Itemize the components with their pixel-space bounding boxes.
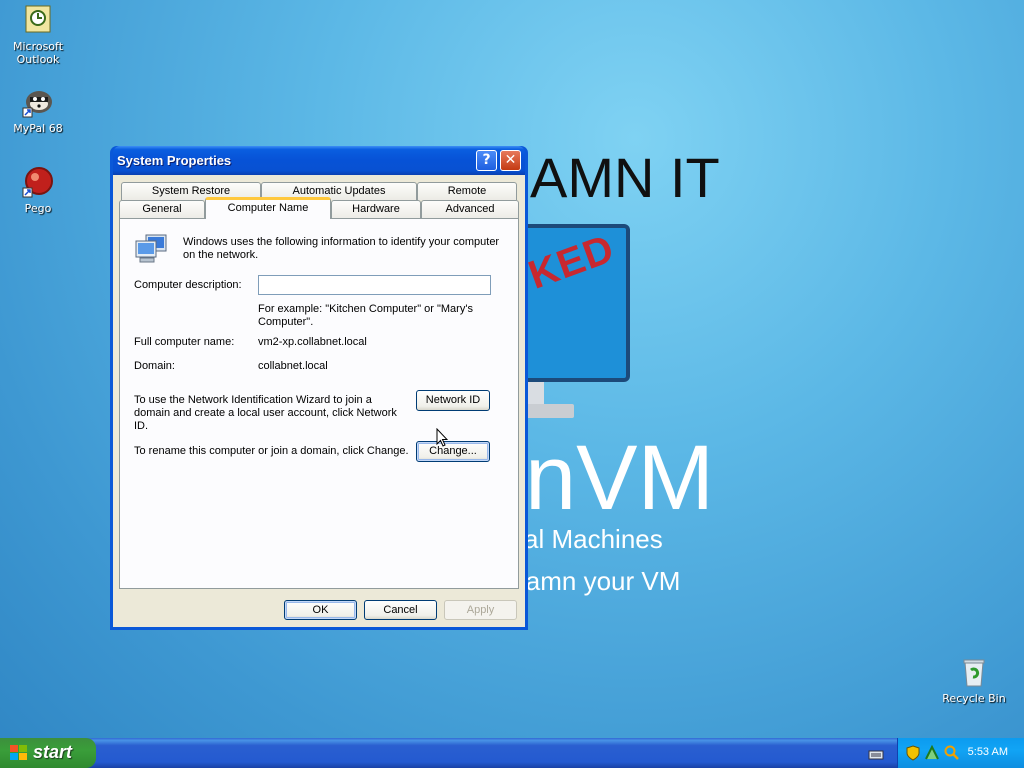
full-name-label: Full computer name: xyxy=(134,336,235,348)
wallpaper-title: AMN IT xyxy=(530,146,720,209)
desktop-icon-recycle-bin[interactable]: Recycle Bin xyxy=(936,656,1012,705)
windows-logo-icon xyxy=(10,745,28,766)
search-icon[interactable] xyxy=(944,745,960,765)
keyboard-icon[interactable] xyxy=(868,746,884,760)
rename-text: To rename this computer or join a domain… xyxy=(134,445,409,457)
desktop-icon-label: MyPal 68 xyxy=(13,122,63,135)
desktop-icon-label: Microsoft Outlook xyxy=(12,40,64,66)
wallpaper-line2: lamn your VM xyxy=(520,566,681,596)
tab-general[interactable]: General xyxy=(119,200,205,219)
network-computer-icon xyxy=(134,233,168,265)
window-client: System Restore Automatic Updates Remote … xyxy=(113,175,525,627)
cancel-button[interactable]: Cancel xyxy=(364,600,437,620)
system-properties-window: System Properties ? ✕ System Restore Aut… xyxy=(110,146,528,630)
close-icon: ✕ xyxy=(504,152,517,168)
outlook-icon xyxy=(22,4,54,36)
desktop-icon-label: Recycle Bin xyxy=(942,692,1006,705)
tab-panel: Windows uses the following information t… xyxy=(119,218,519,589)
help-button[interactable]: ? xyxy=(476,150,497,171)
example-text: For example: "Kitchen Computer" or "Mary… xyxy=(258,303,473,328)
system-tray: 5:53 AM xyxy=(897,738,1024,768)
network-id-button[interactable]: Network ID xyxy=(416,390,490,411)
tab-computer-name[interactable]: Computer Name xyxy=(205,197,331,219)
ok-button[interactable]: OK xyxy=(284,600,357,620)
tab-advanced[interactable]: Advanced xyxy=(421,200,519,219)
change-button[interactable]: Change... xyxy=(416,441,490,462)
desktop-icon-pego[interactable]: Pego xyxy=(0,166,76,215)
window-titlebar[interactable]: System Properties ? ✕ xyxy=(113,146,525,175)
mouse-cursor-icon xyxy=(436,427,449,448)
wallpaper-monitor-stand xyxy=(528,382,544,406)
recycle-bin-icon xyxy=(958,656,990,688)
intro-text: Windows uses the following information t… xyxy=(183,236,500,261)
domain-label: Domain: xyxy=(134,360,175,372)
wallpaper-brand: nVM xyxy=(525,427,715,529)
window-title: System Properties xyxy=(117,153,232,168)
wallpaper-line1: al Machines xyxy=(524,524,663,554)
wallpaper-monitor-base xyxy=(524,404,574,418)
clock[interactable]: 5:53 AM xyxy=(968,746,1008,758)
start-button[interactable]: start xyxy=(0,738,96,768)
pego-icon xyxy=(22,166,54,198)
description-label: Computer description: xyxy=(134,279,242,291)
computer-description-input[interactable] xyxy=(258,275,491,295)
security-shield-icon[interactable] xyxy=(906,745,920,765)
tab-hardware[interactable]: Hardware xyxy=(331,200,421,219)
apply-button[interactable]: Apply xyxy=(444,600,517,620)
domain-value: collabnet.local xyxy=(258,360,328,372)
start-label: start xyxy=(33,742,73,762)
full-name-value: vm2-xp.collabnet.local xyxy=(258,336,367,348)
network-status-icon[interactable] xyxy=(924,744,940,765)
tab-remote[interactable]: Remote xyxy=(417,182,517,200)
close-button[interactable]: ✕ xyxy=(500,150,521,171)
desktop-icon-mypal[interactable]: MyPal 68 xyxy=(0,86,76,135)
desktop-icon-label: Pego xyxy=(24,202,52,215)
help-icon: ? xyxy=(482,152,491,168)
desktop-icon-outlook[interactable]: Microsoft Outlook xyxy=(0,4,76,66)
network-id-text: To use the Network Identification Wizard… xyxy=(134,394,397,432)
raccoon-icon xyxy=(22,86,54,118)
